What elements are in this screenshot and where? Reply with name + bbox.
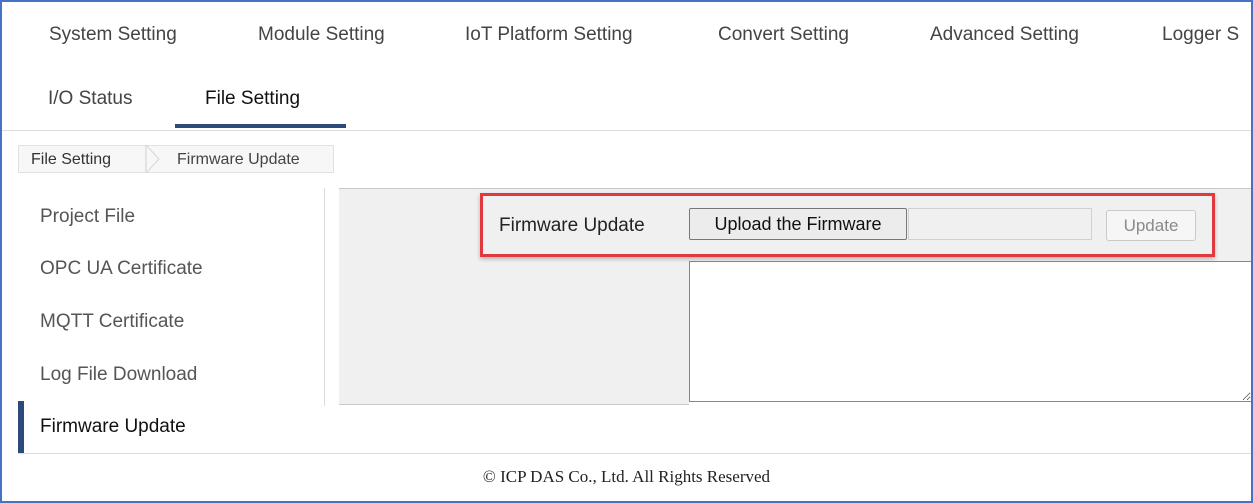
- nav-io-status[interactable]: I/O Status: [48, 88, 132, 110]
- sidebar-item-log-file-download[interactable]: Log File Download: [40, 364, 197, 386]
- active-tab-indicator: [175, 124, 346, 128]
- footer-divider: [18, 453, 1251, 454]
- footer-copyright: © ICP DAS Co., Ltd. All Rights Reserved: [482, 467, 771, 486]
- nav-iot-platform-setting[interactable]: IoT Platform Setting: [465, 24, 633, 46]
- log-label-cell: [339, 261, 689, 405]
- second-nav-row: I/O Status File Setting: [2, 62, 1251, 131]
- breadcrumb-separator-icon: [146, 145, 160, 173]
- nav-logger-setting[interactable]: Logger S: [1162, 24, 1239, 46]
- sidebar-item-opc-ua-certificate[interactable]: OPC UA Certificate: [40, 258, 203, 280]
- firmware-log-textarea[interactable]: [689, 261, 1251, 402]
- nav-convert-setting[interactable]: Convert Setting: [718, 24, 849, 46]
- highlight-box: [480, 193, 1215, 257]
- breadcrumb-item-file-setting[interactable]: File Setting: [18, 145, 146, 173]
- sidebar: Project File OPC UA Certificate MQTT Cer…: [18, 188, 325, 406]
- breadcrumb-item-firmware-update: Firmware Update: [146, 145, 334, 173]
- nav-advanced-setting[interactable]: Advanced Setting: [930, 24, 1079, 46]
- sidebar-item-firmware-update[interactable]: Firmware Update: [40, 416, 186, 438]
- app-frame: System Setting Module Setting IoT Platfo…: [0, 0, 1253, 503]
- sidebar-item-mqtt-certificate[interactable]: MQTT Certificate: [40, 311, 184, 333]
- nav-module-setting[interactable]: Module Setting: [258, 24, 385, 46]
- top-nav-row: System Setting Module Setting IoT Platfo…: [2, 2, 1251, 58]
- sidebar-active-indicator: [18, 401, 24, 453]
- sidebar-item-project-file[interactable]: Project File: [40, 206, 135, 228]
- nav-system-setting[interactable]: System Setting: [49, 24, 177, 46]
- nav-file-setting[interactable]: File Setting: [205, 88, 300, 110]
